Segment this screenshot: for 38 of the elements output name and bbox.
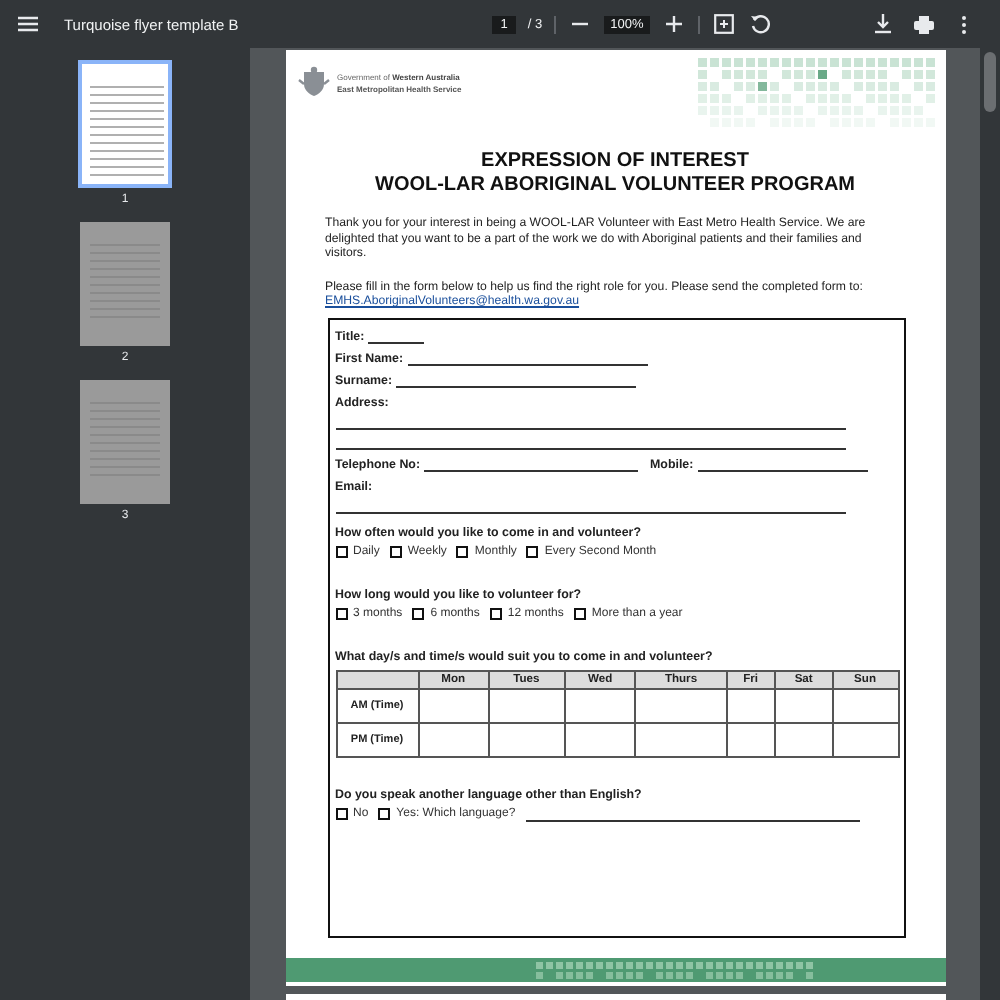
- checkbox[interactable]: [389, 545, 402, 557]
- page-thumbnail[interactable]: [78, 60, 172, 188]
- scrollbar-thumb[interactable]: [984, 52, 996, 112]
- form-heading: EXPRESSION OF INTEREST: [479, 150, 751, 174]
- checkbox[interactable]: [378, 808, 391, 820]
- table-cell[interactable]: [488, 688, 565, 722]
- table-cell[interactable]: [418, 722, 489, 756]
- table-cell[interactable]: [635, 688, 727, 722]
- form-heading: WOOL-LAR ABORIGINAL VOLUNTEER PROGRAM: [373, 174, 857, 198]
- table-cell[interactable]: [564, 688, 636, 722]
- table-cell[interactable]: [832, 722, 898, 756]
- checkbox[interactable]: [335, 607, 347, 619]
- checkbox[interactable]: [456, 545, 469, 557]
- table-cell[interactable]: [726, 722, 776, 756]
- checkbox[interactable]: [412, 607, 425, 619]
- checkbox[interactable]: [335, 808, 347, 820]
- page-thumbnail[interactable]: [80, 380, 170, 504]
- page-thumbnail[interactable]: [80, 222, 170, 346]
- checkbox[interactable]: [335, 545, 347, 557]
- menu-icon[interactable]: [16, 12, 40, 36]
- table-cell[interactable]: [488, 722, 565, 756]
- print-icon[interactable]: [911, 12, 936, 36]
- download-icon[interactable]: [871, 12, 896, 36]
- rotate-icon[interactable]: [747, 12, 772, 36]
- checkbox[interactable]: [526, 545, 539, 557]
- table-cell[interactable]: [775, 722, 833, 756]
- table-cell[interactable]: [775, 688, 833, 722]
- checkbox[interactable]: [489, 607, 502, 619]
- scrollbar[interactable]: [980, 48, 1000, 1000]
- crest-icon: [297, 66, 329, 98]
- table-cell[interactable]: [832, 688, 898, 722]
- checkbox[interactable]: [573, 607, 586, 619]
- table-cell[interactable]: [564, 722, 636, 756]
- fit-page-icon[interactable]: [711, 12, 736, 36]
- table-cell[interactable]: [635, 722, 727, 756]
- table-cell[interactable]: [726, 688, 776, 722]
- zoom-in-icon[interactable]: [661, 12, 686, 36]
- table-cell[interactable]: [418, 688, 489, 722]
